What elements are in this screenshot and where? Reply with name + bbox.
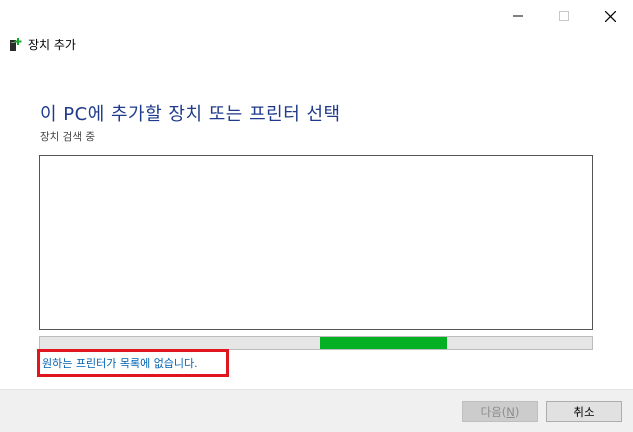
search-progress-bar	[39, 336, 593, 350]
page-title: 이 PC에 추가할 장치 또는 프린터 선택	[40, 104, 341, 125]
add-device-icon	[10, 38, 22, 51]
device-list[interactable]	[39, 155, 593, 330]
next-accelerator: N	[506, 404, 515, 419]
window-title: 장치 추가	[28, 38, 76, 52]
search-status: 장치 검색 중	[40, 131, 95, 143]
next-suffix: )	[514, 404, 520, 419]
close-button[interactable]	[587, 0, 633, 32]
footer: 다음(N) 취소	[0, 389, 633, 432]
next-prefix: 다음(	[480, 404, 507, 419]
printer-not-listed-link[interactable]: 원하는 프린터가 목록에 없습니다.	[37, 349, 229, 377]
cancel-button[interactable]: 취소	[546, 401, 622, 422]
close-icon	[604, 10, 616, 22]
progress-fill	[320, 337, 447, 349]
title-bar	[0, 0, 633, 32]
minimize-icon	[513, 15, 523, 17]
maximize-button	[541, 0, 587, 32]
minimize-button[interactable]	[495, 0, 541, 32]
printer-not-listed-label: 원하는 프린터가 목록에 없습니다.	[42, 357, 198, 370]
maximize-icon	[559, 11, 569, 21]
next-button[interactable]: 다음(N)	[462, 401, 538, 422]
